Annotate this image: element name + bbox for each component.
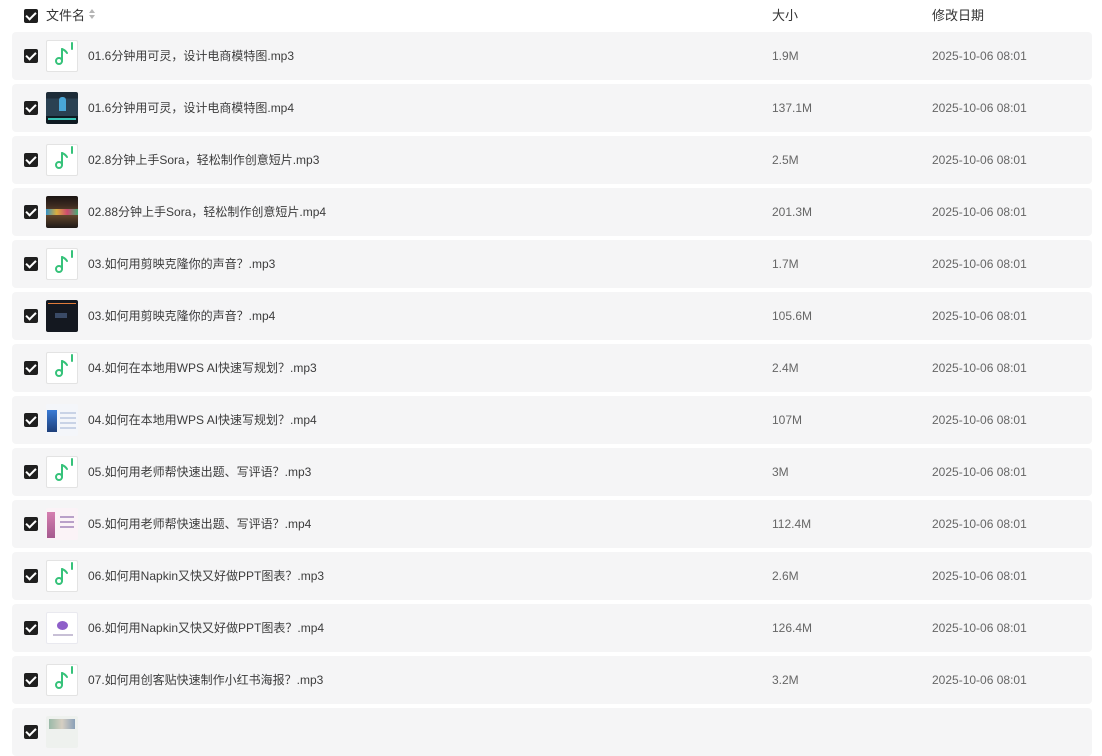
- video-thumbnail: [46, 612, 78, 644]
- file-size: 112.4M: [772, 517, 812, 531]
- file-name[interactable]: 04.如何在本地用WPS AI快速写规划？.mp4: [88, 412, 317, 428]
- music-note-icon: [55, 42, 73, 65]
- file-size: 1.7M: [772, 257, 799, 271]
- music-note-icon: [55, 666, 73, 689]
- row-checkbox[interactable]: [24, 205, 38, 219]
- file-date: 2025-10-06 08:01: [932, 257, 1027, 271]
- video-thumbnail: [46, 716, 78, 748]
- file-date: 2025-10-06 08:01: [932, 101, 1027, 115]
- file-date: 2025-10-06 08:01: [932, 361, 1027, 375]
- video-thumbnail: [46, 92, 78, 124]
- file-size: 2.6M: [772, 569, 799, 583]
- file-size: 2.5M: [772, 153, 799, 167]
- music-note-icon: [55, 354, 73, 377]
- file-name[interactable]: 07.如何用创客贴快速制作小红书海报？.mp3: [88, 672, 323, 688]
- file-size: 3.2M: [772, 673, 799, 687]
- file-row[interactable]: 03.如何用剪映克隆你的声音？.mp4 105.6M 2025-10-06 08…: [12, 292, 1092, 340]
- music-note-icon: [55, 146, 73, 169]
- file-date: 2025-10-06 08:01: [932, 465, 1027, 479]
- audio-file-icon: [46, 40, 78, 72]
- audio-file-icon: [46, 560, 78, 592]
- file-list: 01.6分钟用可灵，设计电商模特图.mp3 1.9M 2025-10-06 08…: [0, 0, 1102, 756]
- file-row[interactable]: 06.如何用Napkin又快又好做PPT图表？.mp3 2.6M 2025-10…: [12, 552, 1092, 600]
- file-name[interactable]: 02.88分钟上手Sora，轻松制作创意短片.mp4: [88, 204, 326, 220]
- row-checkbox[interactable]: [24, 569, 38, 583]
- file-row[interactable]: 01.6分钟用可灵，设计电商模特图.mp4 137.1M 2025-10-06 …: [12, 84, 1092, 132]
- file-size: 1.9M: [772, 49, 799, 63]
- file-date: 2025-10-06 08:01: [932, 205, 1027, 219]
- file-date: 2025-10-06 08:01: [932, 49, 1027, 63]
- file-row[interactable]: [12, 708, 1092, 756]
- file-row[interactable]: 02.8分钟上手Sora，轻松制作创意短片.mp3 2.5M 2025-10-0…: [12, 136, 1092, 184]
- audio-file-icon: [46, 144, 78, 176]
- video-thumbnail: [46, 508, 78, 540]
- row-checkbox[interactable]: [24, 101, 38, 115]
- audio-file-icon: [46, 664, 78, 696]
- file-name[interactable]: 05.如何用老师帮快速出题、写评语？.mp4: [88, 516, 311, 532]
- row-checkbox[interactable]: [24, 309, 38, 323]
- file-row[interactable]: 02.88分钟上手Sora，轻松制作创意短片.mp4 201.3M 2025-1…: [12, 188, 1092, 236]
- file-row[interactable]: 04.如何在本地用WPS AI快速写规划？.mp3 2.4M 2025-10-0…: [12, 344, 1092, 392]
- file-name[interactable]: 03.如何用剪映克隆你的声音？.mp3: [88, 256, 275, 272]
- video-thumbnail: [46, 300, 78, 332]
- file-date: 2025-10-06 08:01: [932, 309, 1027, 323]
- row-checkbox[interactable]: [24, 673, 38, 687]
- file-size: 107M: [772, 413, 803, 427]
- file-date: 2025-10-06 08:01: [932, 413, 1027, 427]
- file-date: 2025-10-06 08:01: [932, 673, 1027, 687]
- file-date: 2025-10-06 08:01: [932, 569, 1027, 583]
- file-row[interactable]: 06.如何用Napkin又快又好做PPT图表？.mp4 126.4M 2025-…: [12, 604, 1092, 652]
- video-thumbnail: [46, 404, 78, 436]
- file-row[interactable]: 05.如何用老师帮快速出题、写评语？.mp3 3M 2025-10-06 08:…: [12, 448, 1092, 496]
- file-size: 2.4M: [772, 361, 799, 375]
- row-checkbox[interactable]: [24, 517, 38, 531]
- file-name[interactable]: 03.如何用剪映克隆你的声音？.mp4: [88, 308, 275, 324]
- row-checkbox[interactable]: [24, 465, 38, 479]
- row-checkbox[interactable]: [24, 413, 38, 427]
- row-checkbox[interactable]: [24, 49, 38, 63]
- file-size: 126.4M: [772, 621, 813, 635]
- audio-file-icon: [46, 456, 78, 488]
- row-checkbox[interactable]: [24, 725, 38, 739]
- row-checkbox[interactable]: [24, 621, 38, 635]
- file-date: 2025-10-06 08:01: [932, 621, 1027, 635]
- music-note-icon: [55, 458, 73, 481]
- video-thumbnail: [46, 196, 78, 228]
- row-checkbox[interactable]: [24, 257, 38, 271]
- file-name[interactable]: 05.如何用老师帮快速出题、写评语？.mp3: [88, 464, 311, 480]
- file-name[interactable]: 06.如何用Napkin又快又好做PPT图表？.mp4: [88, 620, 324, 636]
- file-row[interactable]: 07.如何用创客贴快速制作小红书海报？.mp3 3.2M 2025-10-06 …: [12, 656, 1092, 704]
- file-row[interactable]: 04.如何在本地用WPS AI快速写规划？.mp4 107M 2025-10-0…: [12, 396, 1092, 444]
- file-name[interactable]: 04.如何在本地用WPS AI快速写规划？.mp3: [88, 360, 317, 376]
- audio-file-icon: [46, 248, 78, 280]
- file-name[interactable]: 01.6分钟用可灵，设计电商模特图.mp3: [88, 48, 294, 64]
- audio-file-icon: [46, 352, 78, 384]
- music-note-icon: [55, 562, 73, 585]
- row-checkbox[interactable]: [24, 153, 38, 167]
- file-row[interactable]: 01.6分钟用可灵，设计电商模特图.mp3 1.9M 2025-10-06 08…: [12, 32, 1092, 80]
- music-note-icon: [55, 250, 73, 273]
- file-row[interactable]: 03.如何用剪映克隆你的声音？.mp3 1.7M 2025-10-06 08:0…: [12, 240, 1092, 288]
- file-name[interactable]: 02.8分钟上手Sora，轻松制作创意短片.mp3: [88, 152, 319, 168]
- file-name[interactable]: 06.如何用Napkin又快又好做PPT图表？.mp3: [88, 568, 324, 584]
- file-date: 2025-10-06 08:01: [932, 153, 1027, 167]
- file-date: 2025-10-06 08:01: [932, 517, 1027, 531]
- file-name[interactable]: 01.6分钟用可灵，设计电商模特图.mp4: [88, 100, 294, 116]
- file-size: 3M: [772, 465, 789, 479]
- row-checkbox[interactable]: [24, 361, 38, 375]
- file-size: 201.3M: [772, 205, 813, 219]
- file-size: 105.6M: [772, 309, 813, 323]
- file-row[interactable]: 05.如何用老师帮快速出题、写评语？.mp4 112.4M 2025-10-06…: [12, 500, 1092, 548]
- file-size: 137.1M: [772, 101, 813, 115]
